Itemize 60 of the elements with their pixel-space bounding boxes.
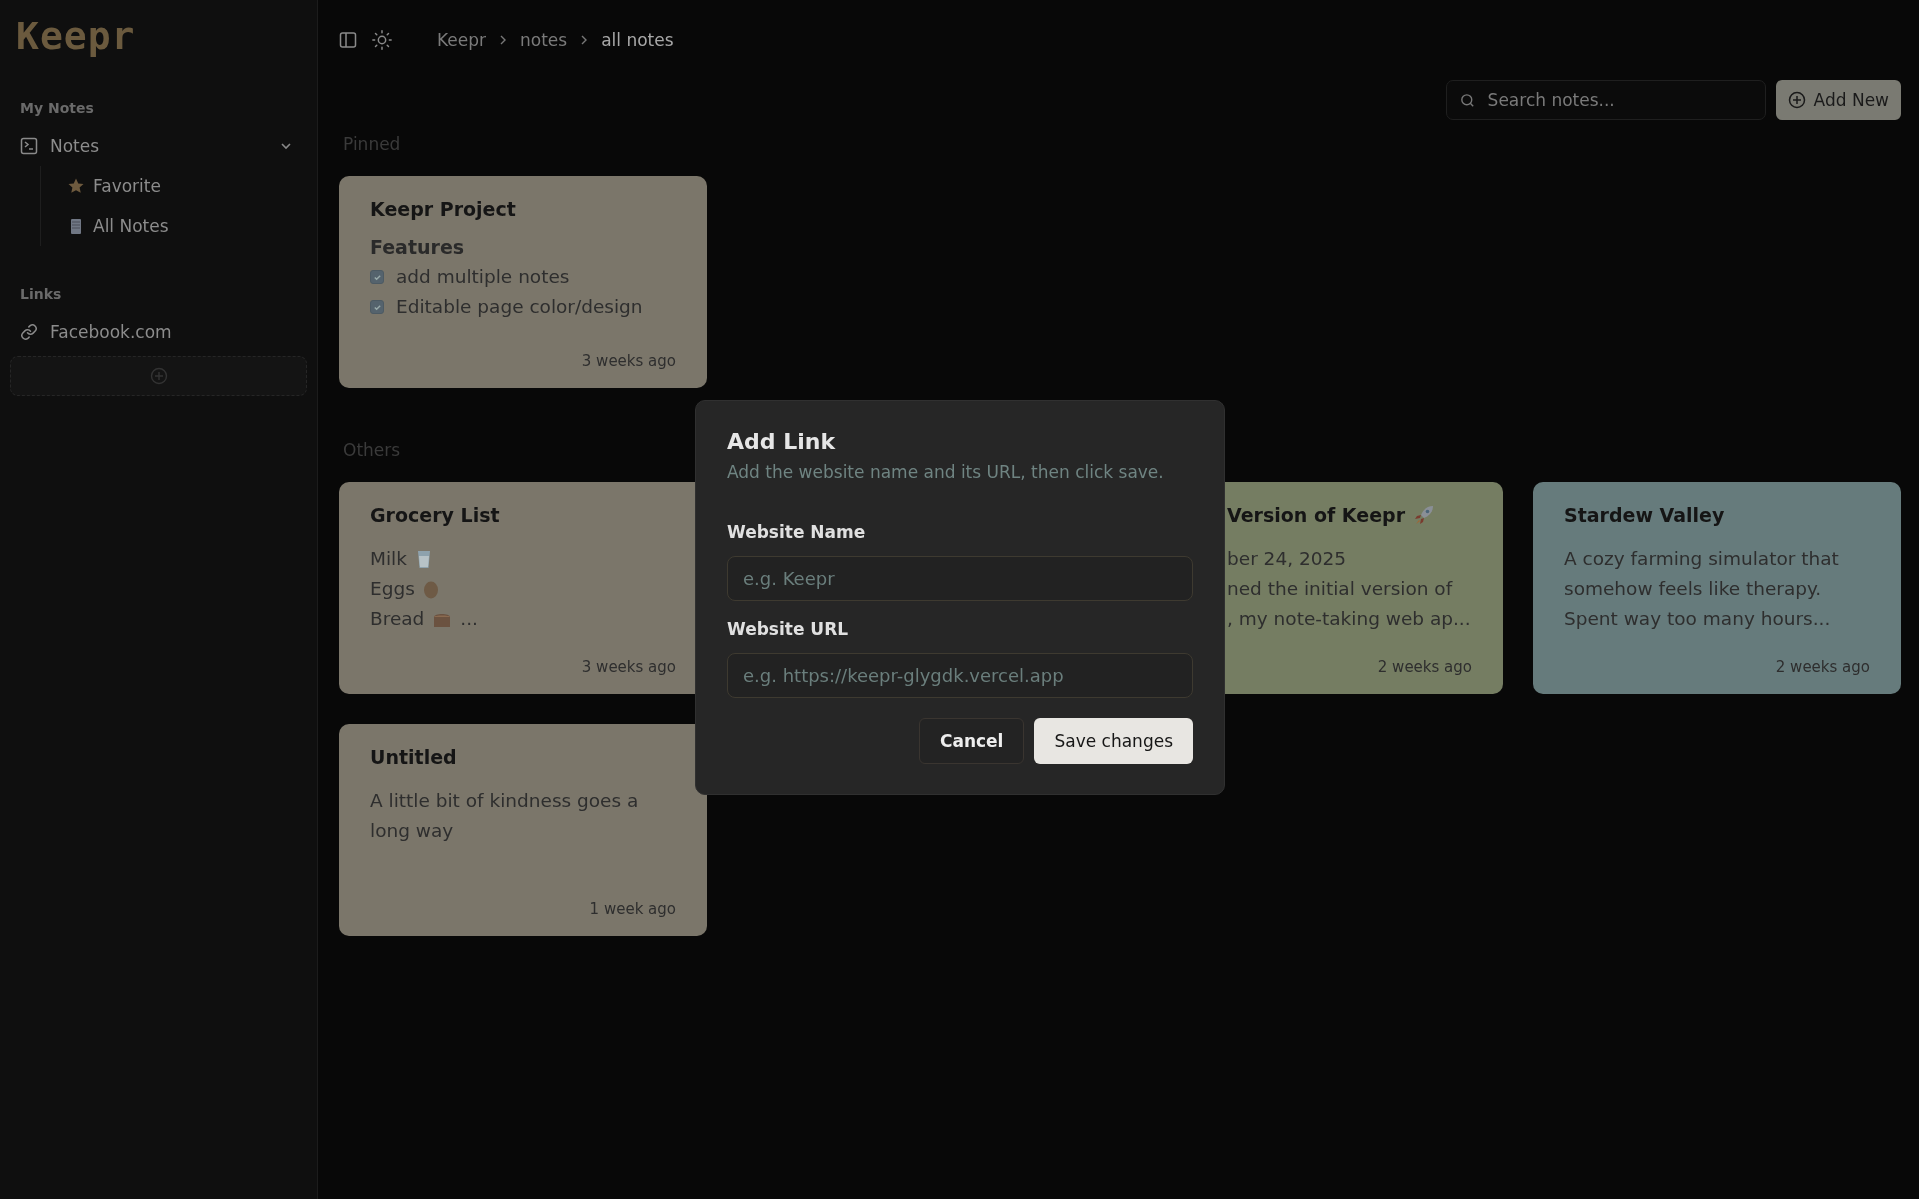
breadcrumb-link[interactable]: notes: [520, 30, 568, 50]
note-line: Milk: [370, 547, 407, 571]
link-icon: [20, 323, 38, 341]
checkbox[interactable]: [370, 300, 384, 314]
sidebar-item[interactable]: Notes: [10, 126, 307, 166]
add-new-button[interactable]: Add New: [1775, 80, 1901, 120]
note-card[interactable]: Stardew Valley A cozy farming simulator that somehow feels like therapy. Spent way too many hours... 2 weeks ago: [1533, 482, 1901, 694]
section-title: My Notes: [20, 100, 94, 116]
note-heading: Features: [370, 235, 466, 260]
note-card[interactable]: Untitled A little bit of kindness goes a long way 1 week ago: [339, 724, 707, 936]
note-line: ned the initial version of: [1227, 577, 1454, 601]
breadcrumb-link[interactable]: all notes: [601, 30, 674, 50]
dialog-description: Add the website name and its URL, then click save.: [727, 462, 1164, 482]
check-icon: [372, 302, 382, 312]
section-title: Links: [20, 286, 62, 302]
note-line: , my note-taking web ap...: [1227, 607, 1472, 631]
note-title: Version of Keepr: [1227, 504, 1405, 526]
sidebar-item[interactable]: Facebook.com: [10, 312, 307, 352]
note-time: 3 weeks ago: [581, 352, 676, 370]
note-time: 2 weeks ago: [1775, 658, 1870, 676]
sidebar-toggle-icon[interactable]: [339, 31, 357, 49]
note-text: A cozy farming simulator that somehow feels like therapy. Spent way too many hours...: [1564, 547, 1840, 631]
plus-icon: [1787, 91, 1806, 109]
egg-icon: [422, 579, 439, 599]
plus-icon: [149, 367, 168, 385]
note-line: Eggs: [370, 577, 415, 601]
note-time: 2 weeks ago: [1377, 658, 1472, 676]
ellipsis: ...: [460, 607, 478, 631]
input-field[interactable]: e.g. Keepr: [727, 556, 1193, 601]
field-label: Website Name: [727, 522, 866, 542]
chevron-icon: [498, 35, 508, 45]
note-card[interactable]: Keepr Project Features add multiple notes Editable page color/design 3 weeks ago: [339, 176, 707, 388]
note-title: Stardew Valley: [1564, 504, 1725, 526]
star-icon: [67, 177, 85, 195]
terminal-icon: [20, 137, 38, 155]
check-icon: [372, 272, 382, 282]
note-text: A little bit of kindness goes a long way: [370, 789, 640, 843]
cancel-button[interactable]: Cancel: [918, 718, 1025, 764]
breadcrumb-link[interactable]: Keepr: [437, 30, 486, 50]
checkbox[interactable]: [370, 270, 384, 284]
note-line: ber 24, 2025: [1227, 547, 1347, 571]
search-icon: [1458, 91, 1476, 109]
search-input[interactable]: Search notes...: [1485, 89, 1753, 111]
checklist-text: Editable page color/design: [396, 295, 643, 319]
dialog-title: Add Link: [727, 429, 836, 454]
note-title: Grocery List: [370, 504, 500, 526]
note-line: Bread: [370, 607, 425, 631]
field-label: Website URL: [727, 619, 849, 639]
app-logo: Keepr: [16, 14, 136, 58]
sun-icon[interactable]: [371, 29, 393, 51]
save-button[interactable]: Save changes: [1034, 718, 1193, 764]
checklist-text: add multiple notes: [396, 265, 570, 289]
note-time: 1 week ago: [589, 900, 676, 918]
note-title: Keepr Project: [370, 198, 516, 220]
note-title: Untitled: [370, 746, 457, 768]
sidebar-subitem[interactable]: All Notes: [55, 206, 307, 246]
search-field[interactable]: Search notes...: [1445, 80, 1766, 120]
input-field[interactable]: e.g. https://keepr-glygdk.vercel.app: [727, 653, 1193, 698]
sidebar-subitem[interactable]: Favorite: [55, 166, 307, 206]
note-time: 3 weeks ago: [581, 658, 676, 676]
